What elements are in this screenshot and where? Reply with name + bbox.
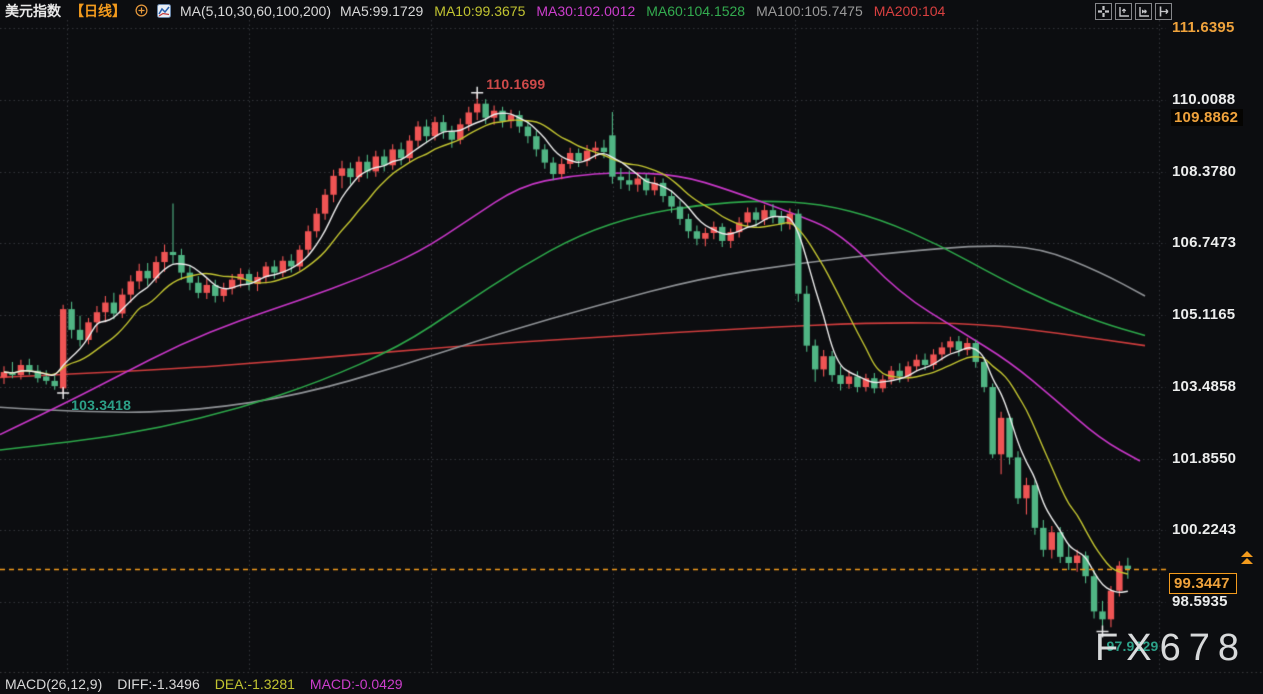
up-arrow-icon [1241, 558, 1253, 564]
ma-formula-label[interactable]: MA(5,10,30,60,100,200) [180, 3, 331, 19]
macd-diff-value: DIFF:-1.3496 [117, 676, 199, 692]
chart-toolbar [1095, 3, 1172, 20]
ma-legend-item: MA60:104.1528 [646, 3, 745, 19]
axis-zoom-out-button[interactable] [1135, 3, 1152, 20]
axis-price-label: 111.6395 [1172, 19, 1235, 36]
low-price-annotation: 103.3418 [71, 397, 131, 413]
current-price-box: 99.3447 [1169, 573, 1237, 594]
period-label[interactable]: 【日线】 [70, 1, 126, 21]
macd-macd-value: MACD:-0.0429 [310, 676, 403, 692]
macd-bar: MACD(26,12,9) DIFF:-1.3496 DEA:-1.3281 M… [5, 676, 403, 692]
axis-price-label: 110.0088 [1172, 91, 1235, 108]
axis-price-label: 101.8550 [1172, 450, 1236, 467]
pan-right-button[interactable] [1155, 3, 1172, 20]
current-price-value: 99.3447 [1174, 575, 1230, 592]
up-arrow-icon [1241, 551, 1253, 557]
ma-legend: MA5:99.1729 MA10:99.3675 MA30:102.0012 MA60… [340, 3, 945, 19]
axis-price-label: 109.8862 [1171, 109, 1243, 126]
ma-legend-item: MA10:99.3675 [434, 3, 525, 19]
ma-legend-item: MA200:104 [874, 3, 946, 19]
ma-legend-item: MA100:105.7475 [756, 3, 863, 19]
fx678-watermark: FX678 [1095, 627, 1247, 670]
axis-price-label: 103.4858 [1172, 378, 1236, 395]
high-price-annotation: 110.1699 [486, 76, 545, 92]
chart-type-icon [157, 4, 171, 18]
move-tool-button[interactable] [1095, 3, 1112, 20]
ma-legend-item: MA5:99.1729 [340, 3, 423, 19]
chart-header: 美元指数 【日线】 MA(5,10,30,60,100,200) MA5:99.… [0, 0, 945, 21]
macd-settings-label[interactable]: MACD(26,12,9) [5, 676, 102, 692]
macd-dea-value: DEA:-1.3281 [215, 676, 295, 692]
price-chart-canvas[interactable] [0, 0, 1263, 694]
axis-price-label: 98.5935 [1172, 593, 1228, 610]
circle-plus-icon[interactable] [135, 4, 148, 17]
instrument-title: 美元指数 [5, 1, 61, 21]
axis-zoom-in-button[interactable] [1115, 3, 1132, 20]
scroll-to-latest-button[interactable] [1241, 551, 1253, 565]
axis-price-label: 100.2243 [1172, 521, 1236, 538]
axis-price-label: 108.3780 [1172, 163, 1236, 180]
ma-legend-item: MA30:102.0012 [536, 3, 635, 19]
axis-price-label: 106.7473 [1172, 234, 1236, 251]
chart-app: 美元指数 【日线】 MA(5,10,30,60,100,200) MA5:99.… [0, 0, 1263, 694]
axis-price-label: 105.1165 [1172, 306, 1235, 323]
